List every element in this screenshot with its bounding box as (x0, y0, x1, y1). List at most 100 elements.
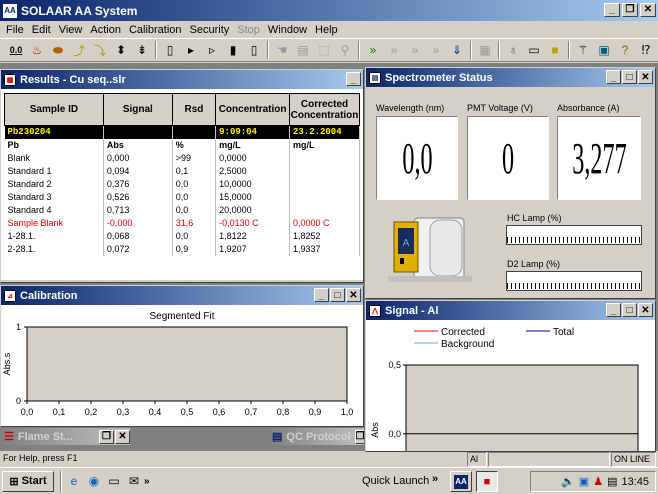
signal-close-button[interactable]: ✕ (638, 303, 653, 317)
col-sample-id[interactable]: Sample ID (4, 93, 104, 126)
table-cell: Standard 2 (4, 177, 104, 191)
flame-status-restore-button[interactable]: ❐ (99, 429, 114, 444)
ie-icon[interactable]: e (64, 471, 84, 491)
status-help-text: For Help, press F1 (3, 453, 78, 463)
restore-button[interactable]: ❐ (622, 3, 638, 17)
grid-icon[interactable]: ▦ (475, 40, 495, 60)
burner-icon[interactable]: ⬬ (48, 40, 68, 60)
close-button[interactable]: ✕ (640, 3, 656, 17)
table-row[interactable]: Sample Blank -0,000 31,6 -0,0130 C 0,0000 C (4, 216, 360, 230)
start-button[interactable]: ⊞ Start (2, 470, 54, 492)
signal-title-bar[interactable]: ⋀ Signal - Al _ □ ✕ (366, 301, 655, 320)
menu-stop[interactable]: Stop (233, 24, 264, 36)
solaar-task-button[interactable]: AA (450, 471, 472, 492)
sample-add-icon[interactable]: ▮ (223, 40, 243, 60)
menu-action[interactable]: Action (86, 24, 125, 36)
col-corrected-concentration[interactable]: Corrected Concentration (289, 93, 360, 126)
quick-launch-label[interactable]: Quick Launch (362, 475, 429, 487)
outlook-icon[interactable]: ✉ (124, 471, 144, 491)
connect-icon[interactable]: ⚲ (335, 40, 355, 60)
qc-protocol-restore-button[interactable]: ❐ (354, 429, 364, 444)
sample-icon[interactable]: ▯ (160, 40, 180, 60)
other-task-button[interactable]: ■ (476, 471, 498, 492)
run-skip-icon[interactable]: » (405, 40, 425, 60)
table-cell: 0,094 (103, 164, 173, 178)
export-icon[interactable]: ⇓ (447, 40, 467, 60)
quick-launch-chevron[interactable]: » (144, 476, 150, 487)
spectrometer-close-button[interactable]: ✕ (638, 70, 653, 84)
spectrometer-title-bar[interactable]: ▤ Spectrometer Status _ □ ✕ (366, 68, 655, 87)
sample-run-icon[interactable]: ▹ (202, 40, 222, 60)
status-state: ON LINE (614, 454, 651, 464)
printer-icon[interactable]: ▤ (607, 475, 617, 488)
quick-launch-expand[interactable]: » (432, 473, 438, 485)
run-icon[interactable]: » (363, 40, 383, 60)
menu-view[interactable]: View (55, 24, 87, 36)
explorer-icon[interactable]: ◉ (84, 471, 104, 491)
results-title: Results - Cu seq..slr (20, 73, 126, 86)
spectrometer-maximize-button[interactable]: □ (622, 70, 637, 84)
x-tick-label: 0,2 (85, 407, 98, 417)
desktop-icon[interactable]: ▭ (104, 471, 124, 491)
menu-security[interactable]: Security (186, 24, 234, 36)
menu-window[interactable]: Window (264, 24, 311, 36)
flame-status-icon: ☰ (4, 431, 14, 443)
run-stop-icon[interactable]: » (426, 40, 446, 60)
signal-minimize-button[interactable]: _ (606, 303, 621, 317)
menu-help[interactable]: Help (311, 24, 342, 36)
table-row[interactable]: 1-28.1. 0,068 0,0 1,8122 1,8252 (4, 229, 360, 243)
col-concentration[interactable]: Concentration (215, 93, 290, 126)
up-down-icon[interactable]: ⬍ (111, 40, 131, 60)
menu-file[interactable]: File (2, 24, 28, 36)
col-rsd[interactable]: Rsd (171, 93, 217, 126)
table-row[interactable]: Blank 0,000 >99 0,0000 (4, 151, 360, 165)
flask-icon[interactable]: ♁ (503, 40, 523, 60)
align-icon[interactable]: ⇟ (132, 40, 152, 60)
calibration-title-bar[interactable]: ⊿ Calibration _ □ ✕ (1, 286, 363, 305)
lamp-icon[interactable]: ⤵ (90, 40, 110, 60)
run-next-icon[interactable]: » (384, 40, 404, 60)
flame-status-close-button[interactable]: ✕ (115, 429, 130, 444)
question-icon[interactable]: ? (615, 40, 635, 60)
calibration-maximize-button[interactable]: □ (330, 288, 345, 302)
clock[interactable]: 13:45 (621, 476, 649, 488)
spectrometer-minimize-button[interactable]: _ (606, 70, 621, 84)
user-icon[interactable]: ♟ (593, 475, 603, 488)
calibration-minimize-button[interactable]: _ (314, 288, 329, 302)
sample-next-icon[interactable]: ▸ (181, 40, 201, 60)
zero-icon[interactable]: 0.0 (6, 40, 26, 60)
monitor-icon[interactable]: ▣ (594, 40, 614, 60)
minimize-button[interactable]: _ (604, 3, 620, 17)
wand-icon[interactable]: ⚚ (573, 40, 593, 60)
sample-end-icon[interactable]: ▯ (244, 40, 264, 60)
window-icon[interactable]: ▭ (524, 40, 544, 60)
menu-edit[interactable]: Edit (28, 24, 55, 36)
hand-icon[interactable]: ☚ (272, 40, 292, 60)
signal-maximize-button[interactable]: □ (622, 303, 637, 317)
results-minimize-button[interactable]: _ (346, 72, 361, 86)
minimized-qc-protocol[interactable]: ▤ QC Protocol ❐ (268, 428, 364, 445)
results-title-bar[interactable]: ▦ Results - Cu seq..slr _ (1, 70, 363, 89)
minimized-flame-status[interactable]: ☰ Flame St... ❐ ✕ (0, 428, 130, 445)
autosampler-icon[interactable]: ⤴ (69, 40, 89, 60)
flame-icon[interactable]: ♨ (27, 40, 47, 60)
calibration-close-button[interactable]: ✕ (346, 288, 361, 302)
table-row[interactable]: 2-28.1. 0,072 0,9 1,9207 1,9337 (4, 242, 360, 256)
table-cell: 1,8252 (289, 229, 360, 243)
y-tick-label: 0 (16, 396, 21, 406)
context-help-icon[interactable]: ⁉ (636, 40, 656, 60)
table-row[interactable]: Standard 3 0,526 0,0 15,0000 (4, 190, 360, 204)
network-icon[interactable]: ▣ (579, 475, 589, 488)
table-row[interactable]: Standard 4 0,713 0,0 20,0000 (4, 203, 360, 217)
folder-icon[interactable]: ■ (545, 40, 565, 60)
menu-calibration[interactable]: Calibration (125, 24, 186, 36)
table-row[interactable]: Standard 2 0,376 0,0 10,0000 (4, 177, 360, 191)
units-row[interactable]: Pb Abs% mg/L mg/L (4, 138, 360, 152)
col-signal[interactable]: Signal (102, 93, 173, 126)
method-header-row[interactable]: Pb230204 9:09:04 23.2.2004 (4, 125, 360, 139)
pump-icon[interactable]: ⬚ (314, 40, 334, 60)
edit-table-icon[interactable]: ▤ (293, 40, 313, 60)
instrument-image: A (388, 217, 472, 282)
volume-icon[interactable]: 🔈 (561, 475, 575, 488)
table-row[interactable]: Standard 1 0,094 0,1 2,5000 (4, 164, 360, 178)
